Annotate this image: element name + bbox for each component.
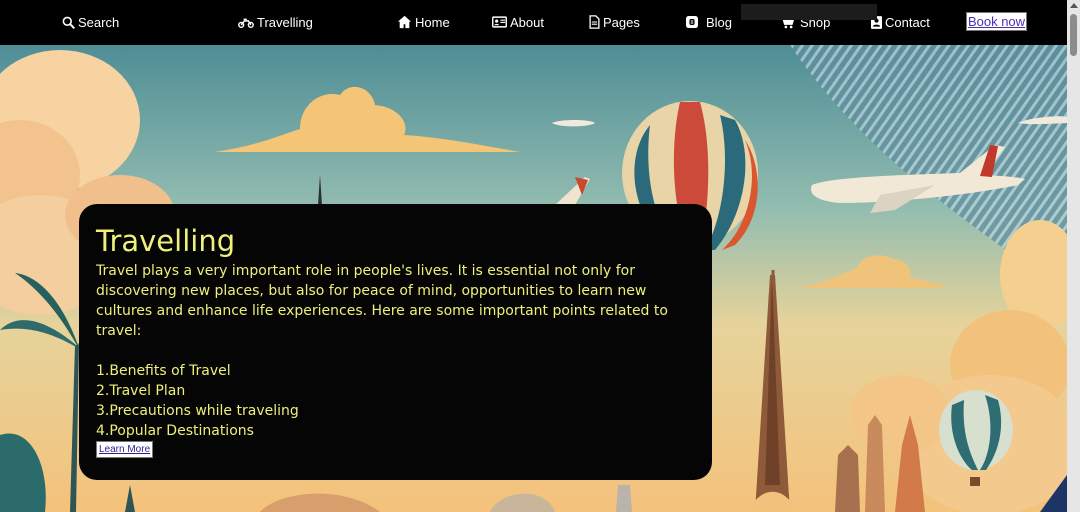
scroll-thumb[interactable] xyxy=(1070,14,1077,56)
decorative-bar xyxy=(741,4,877,20)
blog-icon xyxy=(686,16,698,28)
points-list: 1.Benefits of Travel 2.Travel Plan 3.Pre… xyxy=(96,361,695,441)
nav-search-label: Search xyxy=(78,14,120,30)
scroll-up-arrow-icon[interactable] xyxy=(1070,3,1078,8)
nav-blog-label: Blog xyxy=(706,14,733,30)
nav-brand-label: Travelling xyxy=(257,14,313,30)
nav-home-label: Home xyxy=(415,14,450,30)
hero-card: Travelling Travel plays a very important… xyxy=(79,204,712,480)
list-item: 3.Precautions while traveling xyxy=(96,403,299,419)
nav-contact[interactable]: Contact xyxy=(871,13,930,31)
nav-about-label: About xyxy=(510,14,544,30)
nav-home[interactable]: Home xyxy=(397,13,450,31)
nav-pages[interactable]: Pages xyxy=(589,13,640,31)
home-icon xyxy=(397,15,412,29)
hero-title: Travelling xyxy=(96,224,236,258)
search-icon xyxy=(62,16,75,29)
nav-about[interactable]: About xyxy=(492,13,544,31)
list-item: 1.Benefits of Travel xyxy=(96,363,231,379)
nav-pages-label: Pages xyxy=(603,14,640,30)
nav-brand[interactable]: Travelling xyxy=(238,13,313,31)
nav-contact-label: Contact xyxy=(885,14,930,30)
top-navigation: Search Travelling Home About Pages Blog … xyxy=(0,0,1067,45)
nav-search[interactable]: Search xyxy=(62,13,119,31)
learn-more-button[interactable]: Learn More xyxy=(96,441,154,458)
file-icon xyxy=(589,15,600,29)
nav-blog[interactable]: Blog xyxy=(686,13,732,31)
hero-description: Travel plays a very important role in pe… xyxy=(96,263,668,339)
list-item: 2.Travel Plan xyxy=(96,383,186,399)
id-card-icon xyxy=(492,16,507,28)
book-now-button[interactable]: Book now xyxy=(966,12,1027,31)
list-item: 4.Popular Destinations xyxy=(96,423,254,439)
motorcycle-icon xyxy=(238,18,254,28)
page-scrollbar[interactable] xyxy=(1067,0,1080,512)
